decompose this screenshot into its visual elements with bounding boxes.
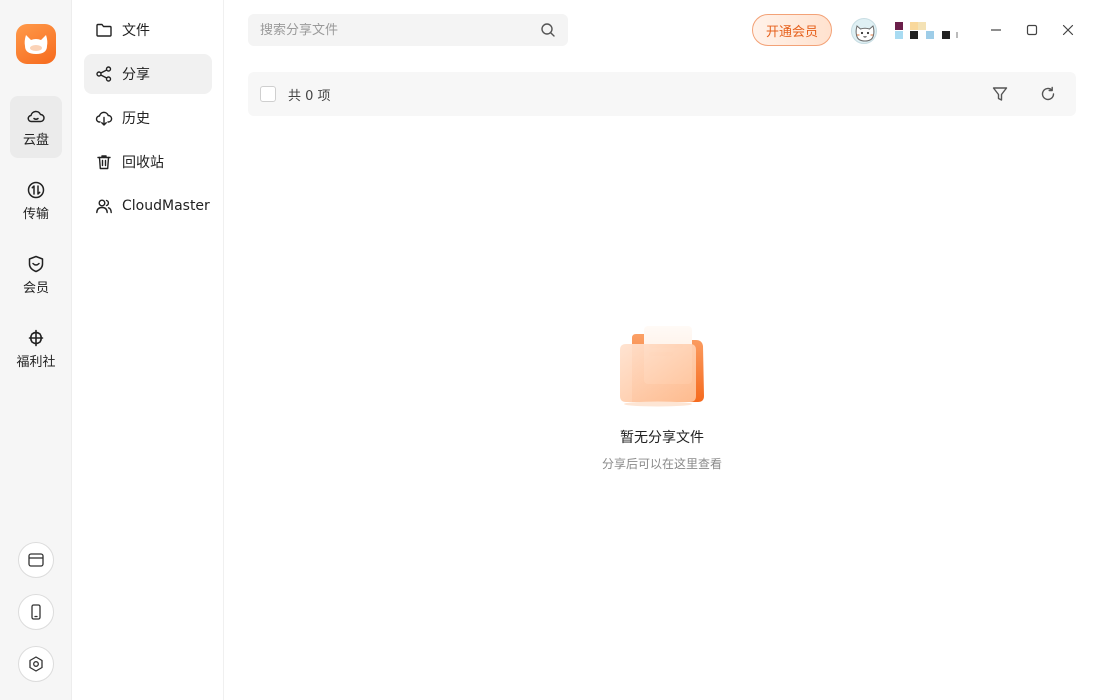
app-rail: 云盘 传输 会员 福利社 [0, 0, 72, 700]
list-toolbar: 共 0 项 [248, 72, 1076, 116]
refresh-icon [1041, 86, 1055, 101]
sidebar-item-files[interactable]: 文件 [84, 10, 212, 50]
settings-hexagon-icon [29, 656, 43, 672]
sidebar-item-cloudmaster[interactable]: CloudMaster [84, 186, 212, 226]
rail-label: 传输 [22, 207, 49, 222]
cat-avatar-icon [855, 25, 875, 42]
phone-icon [31, 604, 41, 620]
sidebar-item-label: CloudMaster [122, 198, 210, 214]
history-download-icon [95, 111, 113, 126]
close-button[interactable] [1058, 20, 1078, 40]
trash-icon [97, 155, 111, 170]
rail-label: 福利社 [16, 355, 56, 370]
sidebar-item-label: 历史 [122, 111, 150, 127]
rail-browser-button[interactable] [18, 542, 54, 578]
open-vip-button[interactable]: 开通会员 [752, 14, 832, 46]
empty-folder-illustration [616, 324, 708, 408]
empty-folder-icon [620, 326, 704, 407]
users-icon [96, 199, 112, 214]
rail-label: 会员 [22, 281, 49, 296]
cloud-icon [27, 110, 45, 123]
rail-label: 云盘 [22, 133, 49, 148]
empty-state-title: 暂无分享文件 [620, 430, 704, 446]
cat-logo-icon [24, 35, 48, 54]
maximize-button[interactable] [1022, 20, 1042, 40]
browser-window-icon [28, 553, 44, 567]
username-pixel-blocks[interactable] [893, 22, 963, 40]
secondary-sidebar: 文件 分享 历史 回收站 CloudMaster [72, 0, 224, 700]
folder-icon [96, 23, 112, 37]
sidebar-item-label: 回收站 [122, 155, 164, 171]
minimize-button[interactable] [986, 20, 1006, 40]
sidebar-item-share[interactable]: 分享 [84, 54, 212, 94]
rail-item-cloud[interactable]: 云盘 [10, 96, 62, 158]
filter-button[interactable] [990, 84, 1010, 104]
rail-settings-button[interactable] [18, 646, 54, 682]
sidebar-item-label: 分享 [122, 67, 150, 83]
transfer-icon [27, 181, 45, 199]
search-icon[interactable] [540, 22, 556, 38]
select-all-checkbox[interactable] [260, 86, 276, 102]
app-logo[interactable] [16, 24, 56, 64]
sidebar-item-history[interactable]: 历史 [84, 98, 212, 138]
rail-phone-button[interactable] [18, 594, 54, 630]
close-icon [1062, 24, 1074, 36]
search-box [248, 14, 568, 46]
item-count: 共 0 项 [288, 89, 331, 104]
minimize-icon [991, 29, 1001, 31]
welfare-icon [28, 329, 44, 347]
user-avatar[interactable] [851, 18, 877, 44]
rail-item-welfare[interactable]: 福利社 [10, 318, 62, 380]
empty-state-subtitle: 分享后可以在这里查看 [601, 457, 722, 471]
sidebar-item-trash[interactable]: 回收站 [84, 142, 212, 182]
maximize-icon [1026, 24, 1038, 36]
search-input[interactable] [260, 22, 540, 38]
rail-item-transfer[interactable]: 传输 [10, 170, 62, 232]
sidebar-item-label: 文件 [122, 23, 150, 39]
vip-shield-icon [28, 255, 44, 273]
filter-icon [992, 87, 1008, 101]
share-icon [96, 66, 112, 82]
refresh-button[interactable] [1038, 84, 1058, 104]
rail-item-vip[interactable]: 会员 [10, 244, 62, 306]
